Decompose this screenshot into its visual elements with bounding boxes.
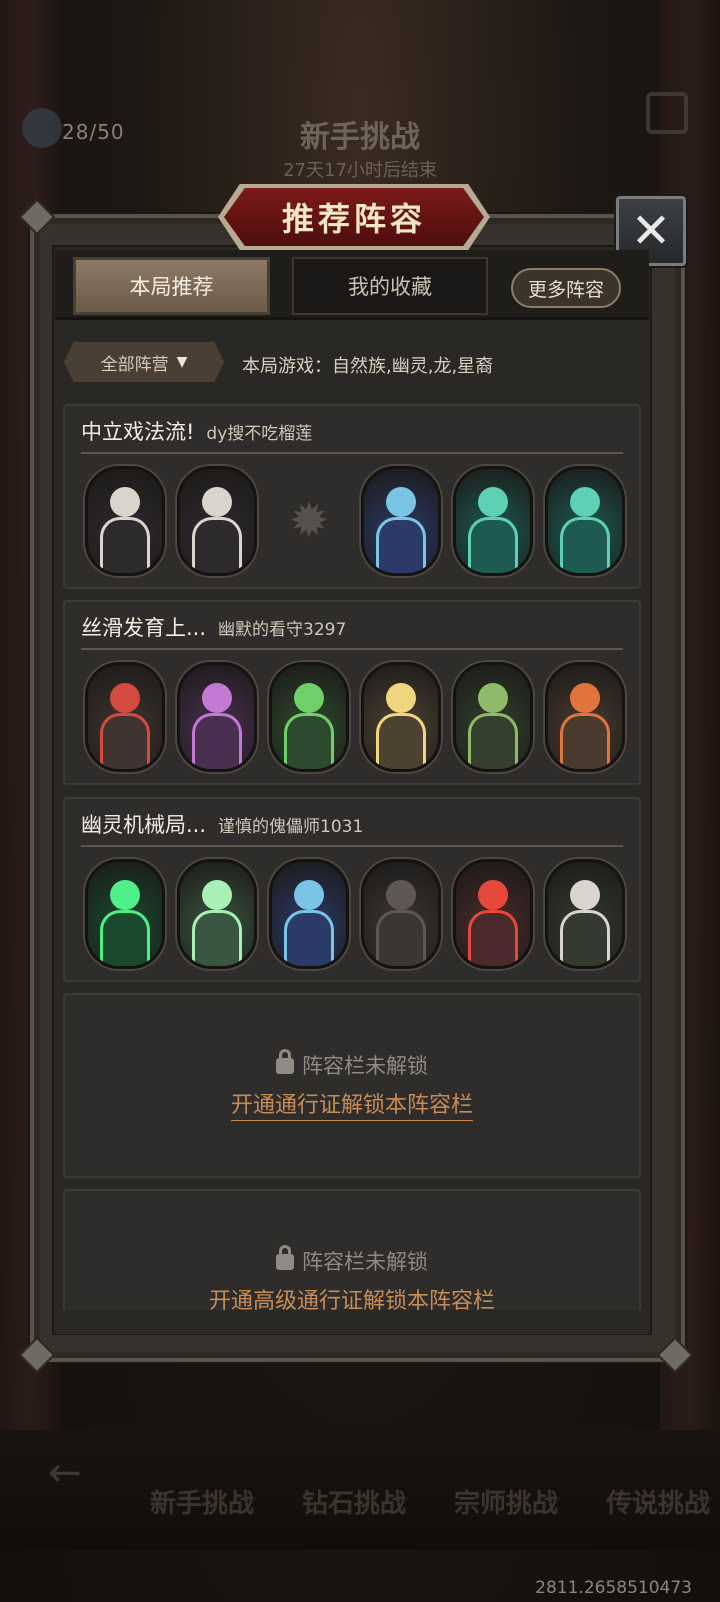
rose-elf-icon[interactable] — [85, 662, 165, 772]
title-banner: 推荐阵容 — [224, 188, 484, 246]
cactus-icon[interactable] — [453, 662, 533, 772]
modal-title: 推荐阵容 — [281, 200, 426, 238]
lineup-author: 幽默的看守3297 — [218, 620, 347, 640]
sorceress-icon[interactable] — [361, 466, 441, 576]
lock-icon — [276, 1245, 294, 1270]
reaper-icon[interactable] — [545, 859, 625, 969]
challenge-tabs: 新手挑战 钻石挑战 宗师挑战 传说挑战 — [150, 1483, 710, 1520]
faction-filter-dropdown[interactable]: 全部阵营 ▼ — [64, 342, 224, 382]
ghost-cat-icon[interactable] — [177, 859, 257, 969]
faction-filter-label: 全部阵营 — [100, 354, 169, 375]
red-demon-icon[interactable] — [453, 859, 533, 969]
debug-coordinates: 2811.2658510473 — [535, 1578, 692, 1598]
lineup-card[interactable]: 幽灵机械局... 谨慎的傀儡师1031 — [63, 797, 641, 982]
green-ghost-warrior-icon[interactable] — [85, 859, 165, 969]
challenge-title: 新手挑战 — [300, 120, 420, 155]
locked-status: 阵容栏未解锁 — [302, 1250, 428, 1274]
close-icon: ✕ — [630, 203, 672, 259]
lineup-author: 谨慎的傀儡师1031 — [218, 817, 364, 837]
lineup-author: dy搜不吃榴莲 — [206, 424, 313, 444]
lineup-card[interactable]: 中立戏法流! dy搜不吃榴莲 ✹ — [63, 404, 641, 589]
magician-icon[interactable] — [85, 466, 165, 576]
scroll-fade — [55, 1310, 649, 1334]
locked-lineup-slot: 阵容栏未解锁 开通高级通行证解锁本阵容栏 — [63, 1189, 641, 1329]
tab-my-favorites[interactable]: 我的收藏 — [292, 257, 488, 315]
challenge-timer: 27天17小时后结束 — [283, 160, 437, 181]
hero-row — [85, 859, 625, 969]
exit-icon — [646, 92, 688, 134]
locked-status: 阵容栏未解锁 — [302, 1054, 428, 1078]
magician-icon[interactable] — [177, 466, 257, 576]
nav-tab-diamond: 钻石挑战 — [302, 1489, 407, 1519]
flame-hair-icon[interactable] — [545, 662, 625, 772]
lineup-name: 幽灵机械局... — [81, 813, 207, 837]
water-spirit-icon[interactable] — [545, 466, 625, 576]
nav-tab-grandmaster: 宗师挑战 — [454, 1489, 559, 1519]
lineup-name: 中立戏法流! — [81, 420, 195, 444]
empty-slot-icon: ✹ — [288, 493, 330, 549]
hero-row — [85, 662, 625, 772]
tab-current-recommend[interactable]: 本局推荐 — [73, 257, 270, 315]
current-game-factions: 本局游戏：自然族,幽灵,龙,星裔 — [242, 356, 494, 377]
unlock-pass-link[interactable]: 开通通行证解锁本阵容栏 — [230, 1093, 473, 1121]
nav-tab-novice: 新手挑战 — [150, 1489, 255, 1519]
blonde-elf-icon[interactable] — [361, 662, 441, 772]
back-arrow-icon: ← — [48, 1450, 82, 1496]
water-spirit-icon[interactable] — [453, 466, 533, 576]
lineup-card[interactable]: 丝滑发育上... 幽默的看守3297 — [63, 600, 641, 785]
bunny-girl-icon[interactable] — [177, 662, 257, 772]
dropdown-arrow-icon: ▼ — [176, 354, 188, 370]
lock-icon — [276, 1049, 294, 1074]
nav-tab-legend: 传说挑战 — [606, 1489, 711, 1519]
flower-dryad-icon[interactable] — [269, 662, 349, 772]
locked-lineup-slot: 阵容栏未解锁 开通通行证解锁本阵容栏 — [63, 993, 641, 1178]
sorceress-icon[interactable] — [269, 859, 349, 969]
lineup-name: 丝滑发育上... — [81, 616, 207, 640]
hero-row: ✹ — [85, 466, 625, 576]
hooded-mage-icon[interactable] — [361, 859, 441, 969]
more-lineups-button[interactable]: 更多阵容 — [511, 268, 621, 308]
